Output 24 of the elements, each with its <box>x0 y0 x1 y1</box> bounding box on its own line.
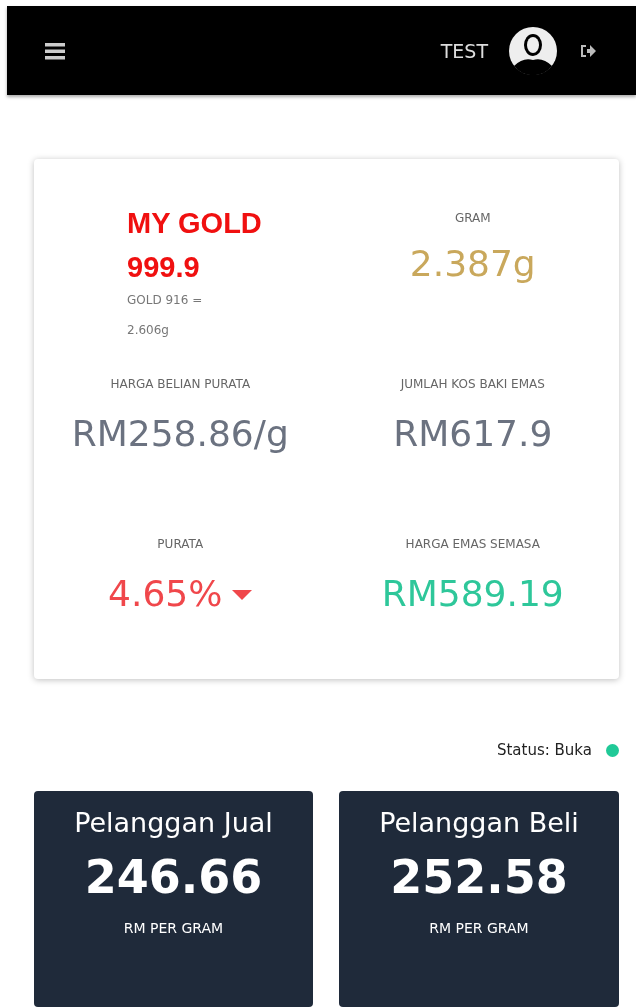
product-title: MY GOLD 999.9 <box>127 206 263 285</box>
price-unit: RM PER GRAM <box>123 920 224 936</box>
stat-label: HARGA BELIAN PURATA <box>110 377 251 391</box>
menu-icon[interactable] <box>45 41 65 60</box>
username: TEST <box>440 39 488 62</box>
stat-label: JUMLAH KOS BAKI EMAS <box>400 377 545 391</box>
status-label: Status: Buka <box>496 741 592 759</box>
stat-value: RM617.9 <box>393 413 553 454</box>
stat-value: 4.65% <box>108 573 223 614</box>
price-title: Pelanggan Jual <box>74 807 273 838</box>
logout-icon[interactable] <box>580 43 596 58</box>
stat-label: GRAM <box>454 211 491 225</box>
price-unit: RM PER GRAM <box>429 920 529 936</box>
price-value: 252.58 <box>390 850 568 904</box>
stat-label: HARGA EMAS SEMASA <box>405 537 540 551</box>
price-value: 246.66 <box>84 850 263 904</box>
avatar-icon[interactable] <box>508 25 558 76</box>
stat-value: RM589.19 <box>381 573 564 614</box>
conversion-label: GOLD 916 = <box>127 293 203 307</box>
price-title: Pelanggan Beli <box>379 807 579 838</box>
stat-value: RM258.86/g <box>71 413 289 454</box>
stat-value: 2.387g <box>409 243 536 284</box>
conversion-value: 2.606g <box>127 323 169 337</box>
stat-label: PURATA <box>157 537 204 551</box>
